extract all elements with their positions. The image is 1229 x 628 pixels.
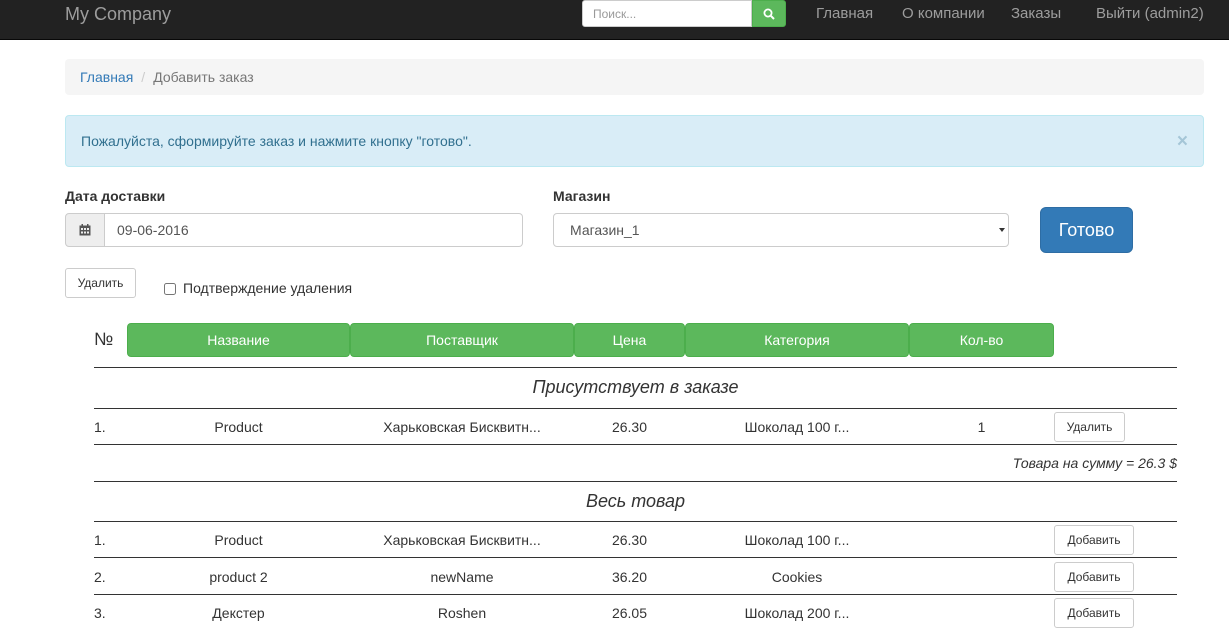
row-category: Cookies [771, 569, 823, 585]
confirm-delete-checkbox[interactable] [164, 283, 176, 295]
info-alert: Пожалуйста, сформируйте заказ и нажмите … [65, 115, 1204, 167]
delivery-date-input[interactable] [105, 213, 523, 247]
row-name: Product [214, 419, 263, 435]
header-price[interactable]: Цена [574, 323, 685, 357]
header-category[interactable]: Категория [685, 323, 909, 357]
divider [94, 367, 1177, 368]
row-category: Шоколад 100 г... [744, 419, 850, 435]
row-supplier: Roshen [437, 605, 487, 621]
row-number: 1. [94, 532, 106, 548]
row-category: Шоколад 200 г... [744, 605, 850, 621]
row-name: Декстер [212, 605, 265, 621]
calendar-glyph [79, 224, 91, 236]
row-price: 26.30 [611, 419, 648, 435]
date-label: Дата доставки [65, 188, 166, 204]
remove-item-button[interactable]: Удалить [1054, 412, 1125, 442]
row-price: 26.05 [611, 605, 648, 621]
caret-down-icon [999, 228, 1005, 232]
divider [94, 594, 1177, 595]
header-quantity[interactable]: Кол-во [909, 323, 1054, 357]
add-item-button[interactable]: Добавить [1054, 598, 1134, 628]
search-input[interactable] [582, 0, 752, 27]
close-icon[interactable]: × [1177, 132, 1188, 152]
all-goods-title: Весь товар [585, 491, 686, 511]
divider [94, 557, 1177, 558]
divider [94, 481, 1177, 482]
row-supplier: newName [430, 569, 494, 585]
header-supplier[interactable]: Поставщик [350, 323, 574, 357]
row-name: product 2 [209, 569, 268, 585]
row-number: 2. [94, 569, 106, 585]
order-total: Товара на сумму = 26.3 $ [1012, 455, 1177, 471]
alert-text: Пожалуйста, сформируйте заказ и нажмите … [81, 133, 472, 149]
divider [94, 444, 1177, 445]
number-column-header: № [94, 329, 114, 349]
delete-button[interactable]: Удалить [65, 268, 136, 298]
breadcrumb-home[interactable]: Главная [80, 69, 133, 85]
search-form [582, 0, 786, 27]
row-number: 3. [94, 605, 106, 621]
nav-about[interactable]: О компании [902, 4, 985, 24]
nav-home[interactable]: Главная [816, 4, 873, 24]
shop-select-value: Магазин_1 [570, 222, 640, 238]
divider [94, 521, 1177, 522]
row-category: Шоколад 100 г... [744, 532, 850, 548]
breadcrumb-current: Добавить заказ [153, 69, 254, 85]
confirm-delete-label[interactable]: Подтверждение удаления [183, 280, 352, 296]
submit-order-button[interactable]: Готово [1040, 207, 1133, 253]
add-item-button[interactable]: Добавить [1054, 525, 1134, 555]
header-name[interactable]: Название [127, 323, 350, 357]
nav-logout[interactable]: Выйти (admin2) [1096, 4, 1204, 24]
calendar-icon[interactable] [65, 213, 105, 247]
shop-label: Магазин [553, 188, 611, 204]
shop-select[interactable]: Магазин_1 [553, 213, 1009, 247]
row-name: Product [214, 532, 263, 548]
breadcrumb: Главная / Добавить заказ [65, 59, 1204, 95]
row-quantity: 1 [977, 419, 986, 435]
in-order-title: Присутствует в заказе [532, 377, 739, 397]
add-item-button[interactable]: Добавить [1054, 562, 1134, 592]
divider [94, 408, 1177, 409]
row-supplier: Харьковская Бисквитн... [383, 532, 541, 548]
navbar: My Company Главная О компании Заказы Вый… [0, 0, 1229, 40]
brand-logo[interactable]: My Company [65, 4, 171, 24]
search-button[interactable] [752, 0, 786, 27]
row-price: 36.20 [611, 569, 648, 585]
search-icon [763, 8, 775, 20]
nav-orders[interactable]: Заказы [1011, 4, 1061, 24]
row-number: 1. [94, 419, 106, 435]
row-price: 26.30 [611, 532, 648, 548]
date-picker [65, 213, 523, 247]
row-supplier: Харьковская Бисквитн... [383, 419, 541, 435]
breadcrumb-separator: / [141, 69, 146, 85]
